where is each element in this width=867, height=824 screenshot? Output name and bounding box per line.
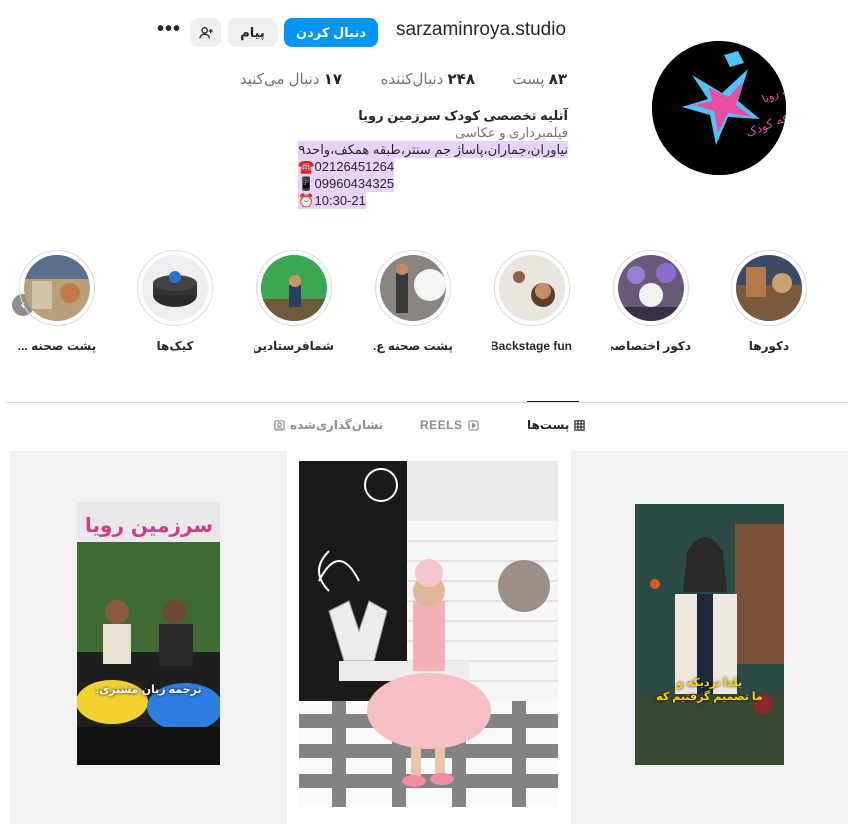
tagged-icon bbox=[274, 419, 285, 431]
post-caption-line: ما تصمیم گرفتیم که bbox=[656, 691, 763, 703]
suggest-user-icon bbox=[198, 26, 213, 38]
highlight-label: پشت صحنه ع... bbox=[373, 339, 453, 353]
post-tile[interactable]: یلدا نزدیکه و ما تصمیم گرفتیم که bbox=[571, 451, 848, 824]
highlight-backstage-photo[interactable]: پشت صحنه ع... bbox=[373, 250, 453, 353]
highlight-label: Backstage fun bbox=[492, 339, 572, 353]
posts-count-number: ۸۳ bbox=[548, 71, 567, 88]
post-thumbnail bbox=[635, 504, 784, 765]
tab-tagged[interactable]: نشان‌گذاری‌شده bbox=[274, 418, 383, 432]
highlight-label: کیک‌ها bbox=[156, 339, 194, 353]
following-count-label: دنبال می‌کنید bbox=[239, 71, 320, 88]
more-icon[interactable]: ••• bbox=[156, 19, 182, 42]
highlight-backstage-fun[interactable]: Backstage fun bbox=[492, 250, 572, 353]
posts-count-label: پست bbox=[512, 71, 545, 88]
follow-button[interactable]: دنبال کردن bbox=[284, 18, 378, 47]
post-thumbnail: سرزمین رویا bbox=[77, 502, 220, 765]
bio-hours: ⏰10:30-21 bbox=[298, 192, 366, 209]
tab-posts-label: پست‌ها bbox=[527, 418, 570, 432]
post-caption: ترجمه زبان مشتری: bbox=[95, 684, 202, 696]
highlight-label: شمافرستادین! bbox=[254, 339, 334, 353]
grid-icon bbox=[574, 419, 585, 431]
message-button[interactable]: پیام bbox=[228, 18, 277, 47]
tabs-divider bbox=[6, 402, 848, 403]
suggest-accounts-button[interactable] bbox=[190, 18, 221, 47]
bio-address: نیاوران،جماران،پاساژ جم سنتر،طبقه همکف،و… bbox=[298, 141, 568, 158]
followers-count-number: ۲۴۸ bbox=[447, 71, 475, 88]
following-count[interactable]: ۱۷ دنبال می‌کنید bbox=[240, 70, 342, 88]
highlight-custom-decor[interactable]: دکور اختصاصی bbox=[611, 250, 691, 353]
following-count-number: ۱۷ bbox=[323, 71, 342, 88]
tab-tagged-label: نشان‌گذاری‌شده bbox=[290, 418, 384, 432]
highlight-you-sent[interactable]: شمافرستادین! bbox=[254, 250, 334, 353]
followers-count[interactable]: ۲۴۸ دنبال‌کننده bbox=[381, 70, 475, 88]
posts-count: ۸۳ پست bbox=[512, 70, 567, 88]
highlight-label: دکور اختصاصی bbox=[611, 339, 691, 353]
highlight-backstage[interactable]: پشت صحنه ... bbox=[17, 250, 97, 353]
svg-text:سرزمین رویا: سرزمین رویا bbox=[85, 513, 213, 537]
post-tile[interactable] bbox=[291, 451, 567, 824]
highlight-cakes[interactable]: کیک‌ها bbox=[135, 250, 215, 353]
reels-icon bbox=[467, 419, 479, 431]
bio-name: آتلیه تخصصی کودک سرزمین رویا bbox=[358, 108, 568, 123]
profile-username: sarzaminroya.studio bbox=[396, 19, 567, 40]
post-tile[interactable]: سرزمین رویا ترجمه زبان مشتری: bbox=[10, 451, 287, 824]
bio-mobile: 📱09960434325 bbox=[298, 175, 395, 192]
post-caption-line: یلدا نزدیکه و bbox=[676, 677, 743, 689]
bio-category: فیلمبرداری و عکاسی bbox=[454, 125, 568, 140]
highlight-decor[interactable]: دکورها bbox=[729, 250, 809, 353]
highlight-label: پشت صحنه ... bbox=[17, 339, 97, 353]
studio-logo: سرزمین رویا مجموعه کودک bbox=[652, 41, 786, 175]
active-tab-indicator bbox=[527, 401, 579, 402]
highlight-label: دکورها bbox=[748, 339, 790, 353]
post-thumbnail bbox=[299, 461, 558, 807]
tab-reels[interactable]: REELS bbox=[420, 418, 479, 432]
tab-reels-label: REELS bbox=[420, 418, 463, 432]
post-caption: یلدا نزدیکه و ما تصمیم گرفتیم که bbox=[635, 676, 784, 704]
followers-count-label: دنبال‌کننده bbox=[380, 71, 444, 88]
tab-posts[interactable]: پست‌ها bbox=[527, 418, 585, 432]
profile-avatar[interactable]: سرزمین رویا مجموعه کودک bbox=[652, 41, 786, 175]
profile-bio: آتلیه تخصصی کودک سرزمین رویا فیلمبرداری … bbox=[298, 107, 568, 209]
bio-phone: ☎️02126451264 bbox=[298, 158, 395, 175]
